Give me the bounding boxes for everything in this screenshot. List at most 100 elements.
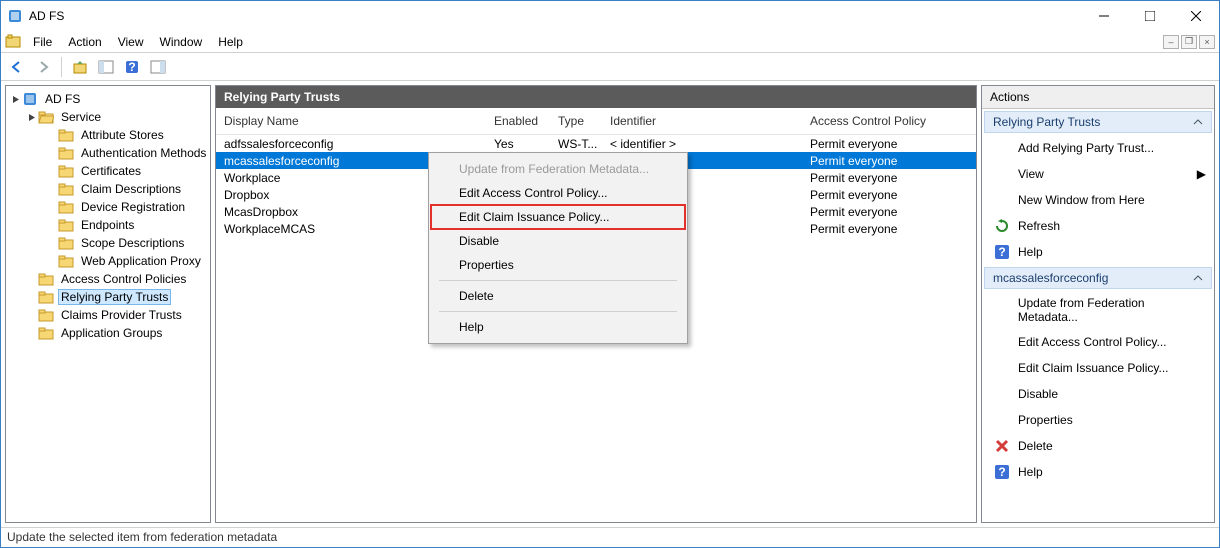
cell-display-name: adfssalesforceconfig (216, 137, 486, 151)
table-row[interactable]: adfssalesforceconfigYesWS-T...< identifi… (216, 135, 976, 152)
action-item[interactable]: Edit Claim Issuance Policy... (982, 355, 1214, 381)
tree-item-label: Application Groups (58, 325, 165, 341)
toolbar: ? (1, 53, 1219, 81)
folder-icon (38, 307, 54, 323)
up-button[interactable] (68, 55, 92, 79)
tree-item-claims-provider-trusts[interactable]: Claims Provider Trusts (6, 306, 210, 324)
tree-root[interactable]: AD FS (6, 90, 210, 108)
menu-file[interactable]: File (25, 32, 60, 52)
tree-item-device-registration[interactable]: Device Registration (6, 198, 210, 216)
action-item-label: Help (1018, 465, 1043, 479)
maximize-button[interactable] (1127, 1, 1173, 31)
action-item-label: Edit Claim Issuance Policy... (1018, 361, 1169, 375)
actions-group-title: Relying Party Trusts (993, 115, 1100, 129)
action-item[interactable]: Delete (982, 433, 1214, 459)
tree-item-claim-descriptions[interactable]: Claim Descriptions (6, 180, 210, 198)
back-button[interactable] (5, 55, 29, 79)
tree-item-access-control-policies[interactable]: Access Control Policies (6, 270, 210, 288)
show-hide-tree-button[interactable] (94, 55, 118, 79)
tree-twisty[interactable] (26, 113, 38, 122)
col-display-name[interactable]: Display Name (216, 108, 486, 134)
mdi-restore-button[interactable]: ❐ (1181, 35, 1197, 49)
actions-group-title: mcassalesforceconfig (993, 271, 1108, 285)
col-type[interactable]: Type (550, 108, 602, 134)
tree-item-web-application-proxy[interactable]: Web Application Proxy (6, 252, 210, 270)
tree-item-endpoints[interactable]: Endpoints (6, 216, 210, 234)
status-bar: Update the selected item from federation… (1, 527, 1219, 547)
mdi-minimize-button[interactable]: – (1163, 35, 1179, 49)
col-access-control-policy[interactable]: Access Control Policy (802, 108, 976, 134)
close-button[interactable] (1173, 1, 1219, 31)
tree-item-relying-party-trusts[interactable]: Relying Party Trusts (6, 288, 210, 306)
action-item[interactable]: Refresh (982, 213, 1214, 239)
action-item-label: Update from Federation Metadata... (1018, 296, 1206, 324)
tree-service[interactable]: Service (6, 108, 210, 126)
tree-item-application-groups[interactable]: Application Groups (6, 324, 210, 342)
tree-item-label: AD FS (42, 91, 83, 107)
context-menu-item[interactable]: Properties (431, 253, 685, 277)
help-icon: ? (994, 464, 1010, 480)
tree-item-certificates[interactable]: Certificates (6, 162, 210, 180)
action-icon-blank (994, 386, 1010, 402)
folder-icon (58, 253, 74, 269)
forward-button[interactable] (31, 55, 55, 79)
context-menu-item[interactable]: Edit Claim Issuance Policy... (431, 205, 685, 229)
folder-icon (58, 235, 74, 251)
app-icon (7, 8, 23, 24)
tree-item-label: Claims Provider Trusts (58, 307, 185, 323)
cell-acp: Permit everyone (802, 171, 976, 185)
minimize-button[interactable] (1081, 1, 1127, 31)
menu-view[interactable]: View (110, 32, 152, 52)
menu-bar: File Action View Window Help – ❐ × (1, 31, 1219, 53)
action-item-label: View (1018, 167, 1044, 181)
action-item[interactable]: Disable (982, 381, 1214, 407)
context-menu-item[interactable]: Help (431, 315, 685, 339)
action-icon-blank (994, 334, 1010, 350)
cell-identifier: < identifier > (602, 137, 802, 151)
folder-icon (38, 271, 54, 287)
actions-pane-header: Actions (982, 86, 1214, 109)
action-item[interactable]: Add Relying Party Trust... (982, 135, 1214, 161)
action-item-label: Delete (1018, 439, 1053, 453)
folder-icon (58, 199, 74, 215)
action-item[interactable]: New Window from Here (982, 187, 1214, 213)
action-item[interactable]: ? Help (982, 459, 1214, 485)
help-toolbar-button[interactable]: ? (120, 55, 144, 79)
actions-group-header[interactable]: mcassalesforceconfig (984, 267, 1212, 289)
context-menu-item: Update from Federation Metadata... (431, 157, 685, 181)
action-item[interactable]: ?Help (982, 239, 1214, 265)
folder-icon (58, 145, 74, 161)
context-menu-separator (439, 280, 677, 281)
tree-item-attribute-stores[interactable]: Attribute Stores (6, 126, 210, 144)
tree-item-scope-descriptions[interactable]: Scope Descriptions (6, 234, 210, 252)
menu-action[interactable]: Action (60, 32, 109, 52)
context-menu-item[interactable]: Edit Access Control Policy... (431, 181, 685, 205)
list-pane-header: Relying Party Trusts (216, 86, 976, 108)
menu-window[interactable]: Window (152, 32, 211, 52)
collapse-icon[interactable] (1193, 273, 1203, 283)
tree-item-label: Relying Party Trusts (58, 289, 171, 305)
show-hide-action-button[interactable] (146, 55, 170, 79)
context-menu-item[interactable]: Disable (431, 229, 685, 253)
actions-pane: Actions Relying Party Trusts Add Relying … (981, 85, 1215, 523)
actions-group-header[interactable]: Relying Party Trusts (984, 111, 1212, 133)
action-item[interactable]: Properties (982, 407, 1214, 433)
col-identifier[interactable]: Identifier (602, 108, 802, 134)
action-item[interactable]: Update from Federation Metadata... (982, 291, 1214, 329)
action-item[interactable]: Edit Access Control Policy... (982, 329, 1214, 355)
col-enabled[interactable]: Enabled (486, 108, 550, 134)
svg-text:?: ? (128, 60, 135, 74)
tree-twisty[interactable] (10, 95, 22, 104)
action-icon-blank (994, 166, 1010, 182)
folder-icon (58, 181, 74, 197)
menu-help[interactable]: Help (210, 32, 251, 52)
context-menu-item[interactable]: Delete (431, 284, 685, 308)
action-item-label: New Window from Here (1018, 193, 1145, 207)
mdi-close-button[interactable]: × (1199, 35, 1215, 49)
action-item[interactable]: View▶ (982, 161, 1214, 187)
cell-enabled: Yes (486, 137, 550, 151)
cell-acp: Permit everyone (802, 137, 976, 151)
tree-item-authentication-methods[interactable]: Authentication Methods (6, 144, 210, 162)
refresh-icon (994, 218, 1010, 234)
collapse-icon[interactable] (1193, 117, 1203, 127)
